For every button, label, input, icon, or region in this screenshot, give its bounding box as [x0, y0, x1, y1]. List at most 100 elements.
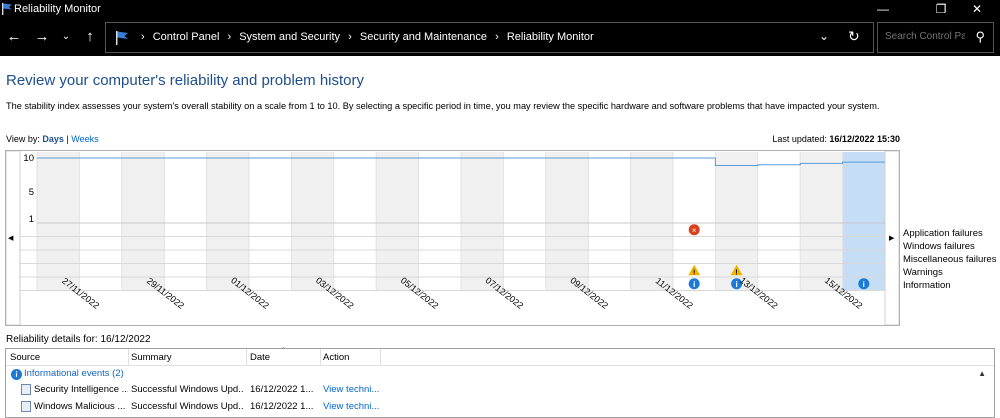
close-icon[interactable]: ✕ — [954, 0, 1000, 19]
day-column[interactable] — [757, 152, 801, 291]
day-column[interactable] — [37, 152, 80, 291]
column-header-summary[interactable]: Summary — [131, 352, 172, 363]
error-icon-glyph: × — [692, 226, 697, 235]
recent-locations-chevron-icon[interactable]: ⌄ — [56, 27, 76, 47]
view-by-label: View by: — [6, 134, 40, 144]
last-updated: Last updated: 16/12/2022 15:30 — [772, 134, 900, 144]
y-tick-label: 10 — [23, 153, 34, 164]
column-header-action[interactable]: Action — [323, 352, 349, 363]
breadcrumb-security-and-maintenance[interactable]: Security and Maintenance — [360, 31, 487, 43]
title-bar: Reliability Monitor — ❐ ✕ — [0, 0, 1000, 19]
search-icon[interactable]: ⚲ — [975, 29, 985, 45]
page-description: The stability index assesses your system… — [6, 101, 880, 111]
day-column[interactable] — [630, 152, 673, 291]
info-icon: i — [11, 369, 22, 380]
table-row[interactable]: Windows Malicious ... Successful Windows… — [6, 399, 994, 415]
update-file-icon — [21, 401, 31, 412]
row-summary: Successful Windows Upd... — [131, 401, 243, 412]
breadcrumb-separator-icon: › — [348, 31, 352, 43]
up-arrow-icon[interactable]: ↑ — [80, 27, 100, 47]
chart-legend: Application failures Windows failures Mi… — [903, 227, 996, 292]
legend-application-failures: Application failures — [903, 228, 983, 239]
breadcrumb-separator-icon: › — [495, 31, 499, 43]
update-file-icon — [21, 384, 31, 395]
day-column[interactable] — [461, 152, 504, 291]
legend-warnings: Warnings — [903, 267, 943, 278]
reliability-chart[interactable]: 10 5 1 ×!! i i i 27/11/2022 29/11/2022 01/12/2022… — [5, 150, 900, 326]
reliability-details-table: Source Summary Date ⌃ Action i Informatio… — [5, 346, 995, 418]
breadcrumb-reliability-monitor[interactable]: Reliability Monitor — [507, 31, 594, 43]
refresh-icon[interactable]: ↻ — [848, 28, 860, 45]
day-column[interactable] — [333, 152, 377, 291]
day-column[interactable] — [376, 152, 419, 291]
column-divider[interactable] — [128, 349, 129, 366]
warning-icon-glyph: ! — [693, 269, 695, 276]
table-header: Source Summary Date ⌃ Action — [6, 346, 994, 366]
control-panel-flag-icon — [116, 31, 128, 45]
view-technical-details-link[interactable]: View techni... — [323, 384, 379, 395]
column-divider[interactable] — [246, 349, 247, 366]
row-summary: Successful Windows Upd... — [131, 384, 243, 395]
column-header-date[interactable]: Date — [250, 352, 270, 363]
view-technical-details-link[interactable]: View techni... — [323, 401, 379, 412]
day-column[interactable] — [418, 152, 461, 291]
collapse-chevron-icon[interactable]: ▲ — [978, 369, 986, 378]
day-column[interactable] — [249, 152, 292, 291]
day-column[interactable] — [800, 152, 843, 291]
day-column[interactable] — [206, 152, 249, 291]
last-updated-label: Last updated: — [772, 134, 827, 144]
search-input[interactable] — [885, 31, 965, 42]
reliability-details-title: Reliability details for: 16/12/2022 — [6, 334, 151, 345]
row-date: 16/12/2022 1... — [250, 384, 314, 395]
table-row[interactable]: Security Intelligence ... Successful Win… — [6, 382, 994, 398]
day-column[interactable] — [121, 152, 165, 291]
column-divider[interactable] — [320, 349, 321, 366]
breadcrumb-control-panel[interactable]: Control Panel — [153, 31, 220, 43]
view-separator: | — [66, 134, 69, 144]
warning-icon-glyph: ! — [735, 269, 737, 276]
day-column[interactable] — [545, 152, 589, 291]
selected-day-column[interactable] — [842, 152, 885, 291]
view-weeks-link[interactable]: Weeks — [71, 134, 98, 144]
address-bar[interactable]: › Control Panel › System and Security › … — [105, 22, 874, 53]
legend-information: Information — [903, 280, 951, 291]
back-arrow-icon[interactable]: ← — [4, 27, 24, 47]
group-label: Informational events (2) — [24, 368, 124, 379]
breadcrumb-separator-icon: › — [141, 31, 145, 43]
column-divider[interactable] — [380, 349, 381, 366]
info-icon-glyph: i — [735, 280, 737, 289]
info-icon-glyph: i — [863, 280, 865, 289]
legend-miscellaneous-failures: Miscellaneous failures — [903, 254, 997, 265]
column-header-source[interactable]: Source — [10, 352, 40, 363]
address-dropdown-chevron-icon[interactable]: ⌄ — [819, 29, 829, 43]
view-by-selector: View by: Days | Weeks — [6, 134, 99, 144]
day-column[interactable] — [79, 152, 122, 291]
day-column[interactable] — [503, 152, 546, 291]
sort-indicator-icon: ⌃ — [280, 346, 287, 355]
scroll-right-arrow-icon[interactable]: ▶ — [889, 234, 894, 242]
reliability-chart-svg[interactable]: 1051×! !i i i27/11/2022 29/11/2022 01/12/2022… — [5, 150, 900, 326]
row-source: Windows Malicious ... — [34, 401, 126, 412]
view-days-link[interactable]: Days — [42, 134, 64, 144]
forward-arrow-icon[interactable]: → — [32, 27, 52, 47]
day-column[interactable] — [291, 152, 334, 291]
y-tick-label: 5 — [29, 187, 34, 198]
info-icon-glyph: i — [693, 280, 695, 289]
y-tick-label: 1 — [29, 214, 34, 225]
breadcrumb-separator-icon: › — [227, 31, 232, 43]
breadcrumb: › Control Panel › System and Security › … — [136, 31, 594, 43]
window-title: Reliability Monitor — [14, 3, 101, 15]
search-box[interactable]: ⚲ — [877, 22, 994, 53]
row-source: Security Intelligence ... — [34, 384, 128, 395]
row-date: 16/12/2022 1... — [250, 401, 314, 412]
day-column[interactable] — [588, 152, 631, 291]
day-column[interactable] — [164, 152, 207, 291]
minimize-icon[interactable]: — — [860, 0, 906, 19]
breadcrumb-system-and-security[interactable]: System and Security — [239, 31, 340, 43]
scroll-left-arrow-icon[interactable]: ◀ — [8, 234, 13, 242]
last-updated-value: 16/12/2022 15:30 — [829, 134, 900, 144]
navigation-bar: ← → ⌄ ↑ › Control Panel › System and Sec… — [0, 19, 1000, 56]
legend-windows-failures: Windows failures — [903, 241, 975, 252]
page-title: Review your computer's reliability and p… — [6, 72, 365, 89]
informational-events-group[interactable]: i Informational events (2) — [11, 368, 124, 380]
